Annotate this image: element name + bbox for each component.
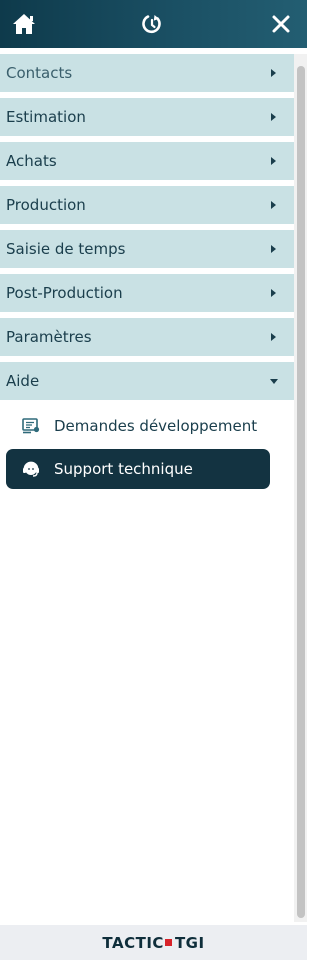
headset-icon [23, 461, 39, 477]
menu-item-parametres[interactable]: Paramètres [0, 318, 294, 356]
menu-item-post-production[interactable]: Post-Production [0, 274, 294, 312]
chevron-right-icon [271, 113, 276, 121]
menu-item-saisie-de-temps[interactable]: Saisie de temps [0, 230, 294, 268]
menu-item-contacts[interactable]: Contacts [0, 54, 294, 92]
logo-mark-icon [164, 939, 172, 946]
refresh-icon [142, 15, 161, 34]
menu-item-label: Aide [6, 372, 40, 390]
logo-text-left: TACTIC [102, 933, 164, 952]
brand-logo: TACTIC TGI [102, 934, 204, 952]
scrollbar-thumb[interactable] [297, 66, 305, 918]
close-button[interactable] [257, 0, 305, 48]
chevron-right-icon [271, 333, 276, 341]
chevron-right-icon [271, 289, 276, 297]
menu-item-label: Contacts [6, 64, 73, 82]
menu-item-label: Achats [6, 152, 57, 170]
chevron-right-icon [271, 69, 276, 77]
close-icon [272, 15, 290, 33]
menu-item-aide[interactable]: Aide [0, 362, 294, 400]
chevron-right-icon [271, 201, 276, 209]
menu-item-achats[interactable]: Achats [0, 142, 294, 180]
logo-text-right: TGI [174, 933, 205, 952]
menu-item-estimation[interactable]: Estimation [0, 98, 294, 136]
home-icon [13, 14, 35, 34]
refresh-button[interactable] [128, 0, 176, 48]
navigation-menu: Contacts Estimation Achats Production Sa… [0, 54, 294, 489]
home-button[interactable] [0, 0, 48, 48]
submenu-item-support-technique[interactable]: Support technique [6, 449, 270, 489]
menu-item-label: Post-Production [6, 284, 123, 302]
submenu-item-label: Support technique [54, 460, 193, 478]
chevron-down-icon [270, 378, 278, 384]
menu-item-label: Paramètres [6, 328, 92, 346]
chevron-right-icon [271, 157, 276, 165]
submenu-item-label: Demandes développement [54, 417, 258, 435]
menu-item-production[interactable]: Production [0, 186, 294, 224]
footer: TACTIC TGI [0, 925, 307, 960]
top-toolbar [0, 0, 307, 48]
menu-item-label: Production [6, 196, 86, 214]
menu-item-label: Estimation [6, 108, 86, 126]
development-request-icon [22, 418, 40, 434]
vertical-scrollbar[interactable] [294, 54, 307, 922]
menu-item-label: Saisie de temps [6, 240, 126, 258]
chevron-right-icon [271, 245, 276, 253]
submenu-item-demandes-developpement[interactable]: Demandes développement [0, 406, 294, 446]
